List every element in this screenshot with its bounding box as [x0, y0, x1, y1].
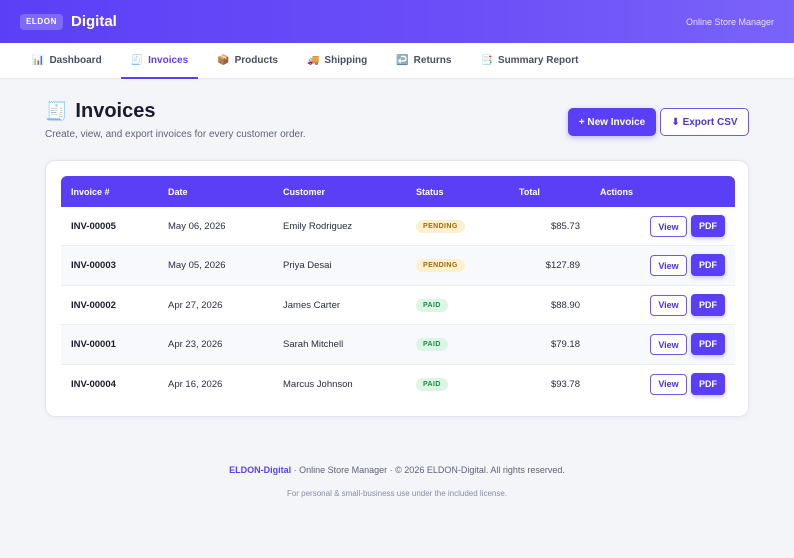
- nav-item-label: Products: [234, 54, 278, 66]
- status-badge: PAID: [416, 298, 448, 312]
- view-button[interactable]: View: [650, 334, 687, 356]
- invoice-date: Apr 23, 2026: [168, 339, 223, 351]
- pdf-button[interactable]: PDF: [691, 215, 725, 237]
- invoice-number: INV-00003: [71, 260, 116, 272]
- truck-icon: 🚚: [306, 54, 320, 66]
- nav-item-products[interactable]: 📦 Products: [207, 43, 288, 79]
- column-header-invoice: Invoice #: [71, 186, 110, 197]
- nav-item-label: Summary Report: [497, 54, 579, 66]
- nav-item-invoices[interactable]: 🧾 Invoices: [120, 43, 199, 79]
- customer-name: Marcus Johnson: [283, 378, 353, 390]
- customer-name: James Carter: [283, 299, 341, 311]
- invoice-date: May 05, 2026: [168, 260, 226, 272]
- table-row: INV-00005 May 06, 2026 Emily Rodriguez P…: [61, 207, 735, 247]
- view-button[interactable]: View: [650, 294, 687, 316]
- report-icon: 📑: [480, 54, 493, 66]
- status-cell: PAID: [416, 286, 448, 325]
- view-button[interactable]: View: [650, 255, 687, 277]
- table-row: INV-00002 Apr 27, 2026 James Carter PAID…: [61, 286, 735, 326]
- footer-brand-link[interactable]: ELDON-Digital: [229, 465, 291, 475]
- page-header: 🧾 Invoices Create, view, and export invo…: [45, 100, 306, 140]
- nav-item-label: Dashboard: [49, 54, 102, 66]
- column-header-status: Status: [416, 186, 444, 197]
- status-badge: PENDING: [416, 220, 465, 233]
- nav-item-shipping[interactable]: 🚚 Shipping: [297, 43, 377, 79]
- customer-name: Priya Desai: [283, 260, 332, 272]
- bar-chart-icon: 📊: [32, 54, 45, 66]
- nav-item-dashboard[interactable]: 📊 Dashboard: [22, 43, 112, 79]
- invoice-date: Apr 16, 2026: [168, 378, 223, 390]
- footer-copyright: ELDON-Digital · Online Store Manager · ©…: [0, 465, 794, 475]
- pdf-button[interactable]: PDF: [691, 293, 725, 316]
- invoice-total: $85.73: [550, 221, 580, 232]
- new-invoice-button[interactable]: + New Invoice: [568, 108, 656, 136]
- nav-item-summary-report[interactable]: 📑 Summary Report: [470, 43, 588, 79]
- table-row: INV-00003 May 05, 2026 Priya Desai PENDI…: [61, 246, 735, 286]
- invoice-total: $88.90: [550, 299, 580, 311]
- nav-item-label: Returns: [413, 54, 452, 66]
- page-title: 🧾 Invoices: [45, 100, 306, 123]
- status-cell: PENDING: [416, 246, 465, 285]
- invoice-total: $79.18: [550, 339, 580, 351]
- table-header: Invoice # Date Customer Status Total Act…: [61, 176, 735, 207]
- receipt-icon: 🧾: [45, 101, 68, 121]
- main-nav: 📊 Dashboard 🧾 Invoices 📦 Products 🚚 Ship…: [0, 43, 794, 79]
- brand-name[interactable]: Digital: [71, 13, 117, 30]
- header-tagline: Online Store Manager: [685, 16, 774, 27]
- page-subtitle: Create, view, and export invoices for ev…: [45, 129, 306, 140]
- logo-badge[interactable]: ELDON: [20, 13, 63, 30]
- receipt-icon: 🧾: [130, 54, 144, 66]
- status-badge: PAID: [416, 377, 448, 391]
- column-header-total: Total: [519, 186, 540, 197]
- invoice-number: INV-00005: [71, 221, 116, 232]
- pdf-button[interactable]: PDF: [691, 333, 725, 356]
- invoices-card: Invoice # Date Customer Status Total Act…: [45, 160, 749, 417]
- nav-item-label: Invoices: [148, 54, 189, 66]
- nav-item-label: Shipping: [324, 54, 368, 66]
- invoice-number: INV-00004: [71, 378, 116, 390]
- invoices-table: Invoice # Date Customer Status Total Act…: [61, 176, 735, 404]
- invoice-total: $93.78: [550, 378, 580, 390]
- status-cell: PENDING: [416, 207, 465, 246]
- nav-item-returns[interactable]: ↩️ Returns: [386, 43, 461, 79]
- view-button[interactable]: View: [650, 373, 687, 395]
- page-title-text: Invoices: [75, 100, 156, 122]
- customer-name: Sarah Mitchell: [283, 339, 344, 351]
- column-header-date: Date: [168, 186, 188, 197]
- column-header-actions: Actions: [600, 186, 634, 197]
- top-header-bar: ELDON Digital Online Store Manager: [0, 0, 794, 43]
- status-badge: PENDING: [416, 259, 465, 273]
- status-cell: PAID: [416, 325, 448, 364]
- invoice-number: INV-00002: [71, 299, 116, 311]
- footer-license-note: For personal & small-business use under …: [286, 489, 508, 498]
- invoice-date: May 06, 2026: [168, 221, 226, 232]
- view-button[interactable]: View: [650, 216, 687, 237]
- pdf-button[interactable]: PDF: [691, 254, 725, 277]
- invoice-number: INV-00001: [71, 339, 116, 351]
- package-icon: 📦: [217, 54, 230, 66]
- export-csv-button[interactable]: ⬇ Export CSV: [660, 108, 749, 136]
- return-arrow-icon: ↩️: [396, 54, 409, 66]
- table-row: INV-00001 Apr 23, 2026 Sarah Mitchell PA…: [61, 325, 735, 365]
- customer-name: Emily Rodriguez: [283, 221, 353, 232]
- column-header-customer: Customer: [283, 186, 326, 197]
- footer: ELDON-Digital · Online Store Manager · ©…: [0, 465, 794, 498]
- invoice-total: $127.89: [545, 260, 580, 272]
- invoice-date: Apr 27, 2026: [168, 299, 223, 311]
- table-row: INV-00004 Apr 16, 2026 Marcus Johnson PA…: [61, 365, 735, 404]
- status-cell: PAID: [416, 365, 448, 404]
- footer-copyright-text: · Online Store Manager · © 2026 ELDON-Di…: [291, 465, 565, 475]
- status-badge: PAID: [416, 338, 448, 352]
- pdf-button[interactable]: PDF: [691, 372, 725, 395]
